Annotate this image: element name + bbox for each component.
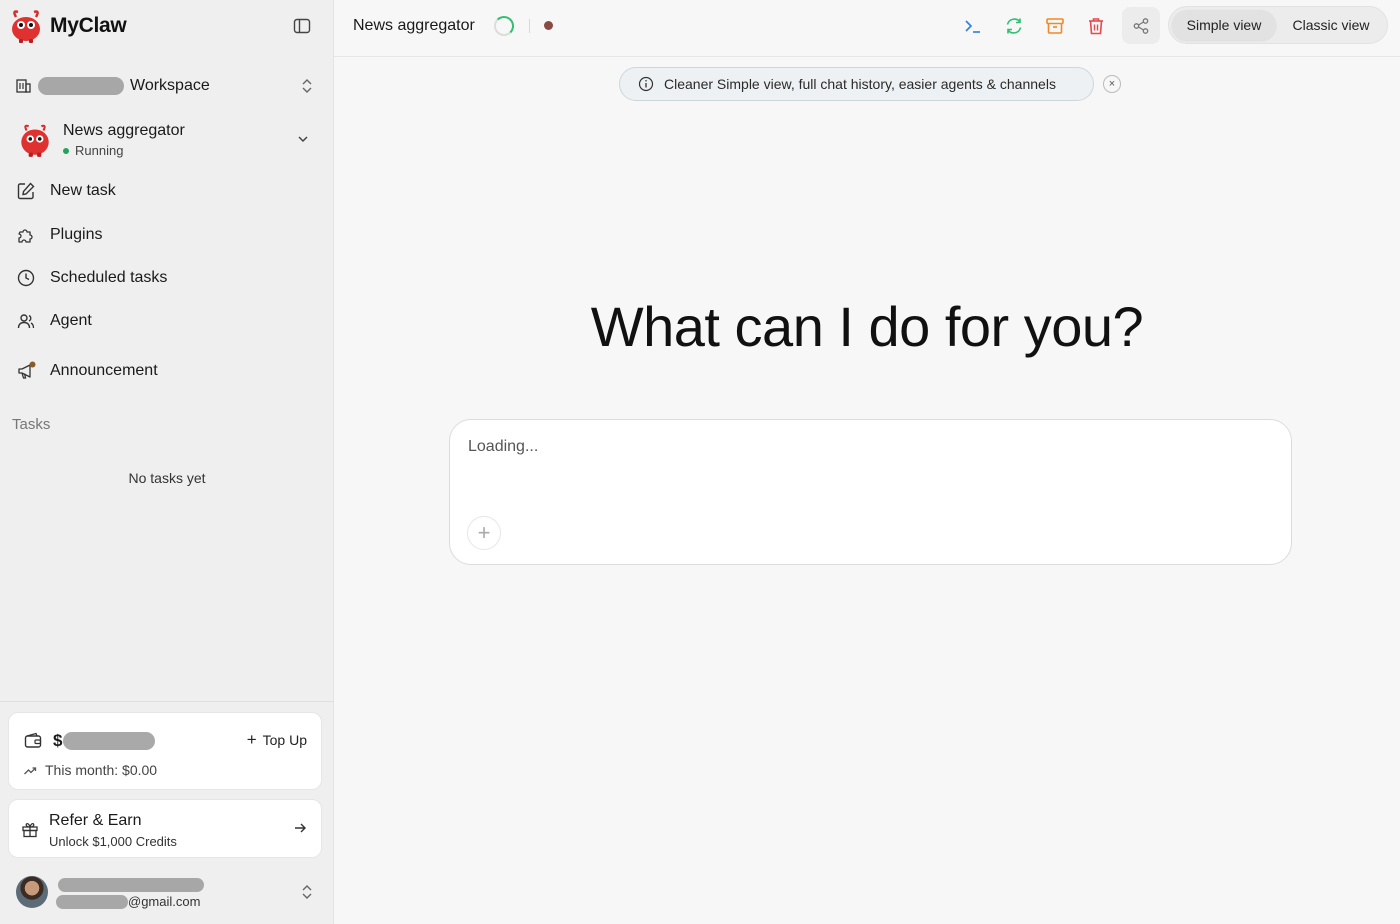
share-button[interactable] xyxy=(1122,7,1160,44)
nav-plugins-label: Plugins xyxy=(50,226,103,243)
nav-scheduled-tasks-label: Scheduled tasks xyxy=(50,269,168,286)
divider xyxy=(0,701,334,702)
this-month-text: This month: $0.00 xyxy=(45,762,158,778)
page-headline: What can I do for you? xyxy=(590,295,1144,358)
arrow-right-icon xyxy=(295,823,306,833)
currency-symbol: $ xyxy=(53,731,63,750)
nav-announcement-label: Announcement xyxy=(50,362,158,379)
trending-up-icon xyxy=(24,767,37,775)
nav-scheduled-tasks[interactable]: Scheduled tasks xyxy=(16,261,316,295)
nav-agent-label: Agent xyxy=(50,312,92,329)
agent-status-text: Running xyxy=(75,143,124,158)
redacted-workspace-name xyxy=(38,77,124,95)
balance-card: $ + Top Up This month: $0.00 xyxy=(8,712,322,790)
status-indicator-dot xyxy=(544,21,553,30)
agent-avatar-icon xyxy=(21,124,49,157)
megaphone-icon xyxy=(18,361,36,379)
agent-status: Running xyxy=(63,143,185,158)
claw-mascot-icon xyxy=(12,10,40,43)
app-name: MyClaw xyxy=(50,14,127,37)
refer-subtitle: Unlock $1,000 Credits xyxy=(49,834,177,849)
view-mode-toggle: Simple view Classic view xyxy=(1168,6,1388,44)
plus-icon: + xyxy=(246,730,257,749)
balance-amount: $ xyxy=(53,731,156,751)
workspace-switcher[interactable]: Workspace xyxy=(14,72,318,100)
close-icon[interactable]: × xyxy=(1103,75,1121,93)
top-up-label: Top Up xyxy=(262,732,307,748)
puzzle-icon xyxy=(18,229,33,243)
nav-announcement[interactable]: Announcement xyxy=(16,354,316,388)
agent-name: News aggregator xyxy=(63,122,185,139)
nav-agent[interactable]: Agent xyxy=(16,304,316,338)
chevron-updown-icon xyxy=(302,79,312,93)
trash-icon[interactable] xyxy=(1085,15,1107,37)
status-dot xyxy=(63,147,69,154)
user-account-menu[interactable]: @gmail.com xyxy=(16,874,318,910)
info-banner[interactable]: Cleaner Simple view, full chat history, … xyxy=(619,67,1094,101)
refer-earn-card[interactable]: Refer & Earn Unlock $1,000 Credits xyxy=(8,799,322,858)
monthly-spend: This month: $0.00 xyxy=(23,762,157,778)
top-bar: News aggregator Simple view Classic view xyxy=(334,0,1400,57)
nav-new-task[interactable]: New task xyxy=(16,174,316,208)
message-input[interactable] xyxy=(468,438,1268,508)
redacted-email-local xyxy=(56,894,128,909)
building-icon xyxy=(16,79,31,93)
clock-icon xyxy=(17,269,35,287)
wallet-icon xyxy=(24,732,42,748)
workspace-label: Workspace xyxy=(130,77,210,94)
edit-icon xyxy=(17,182,35,200)
user-email: @gmail.com xyxy=(56,894,200,909)
divider xyxy=(529,19,530,33)
page-title: News aggregator xyxy=(353,17,475,34)
user-email-domain: @gmail.com xyxy=(128,894,201,909)
avatar xyxy=(16,876,48,908)
chat-composer: + xyxy=(449,419,1292,565)
refresh-icon[interactable] xyxy=(1003,15,1025,37)
loading-spinner-icon xyxy=(494,16,514,36)
redacted-user-name xyxy=(58,878,204,892)
tasks-section-label: Tasks xyxy=(12,416,51,433)
nav-plugins[interactable]: Plugins xyxy=(16,218,316,252)
app-logo[interactable]: MyClaw xyxy=(8,8,127,44)
archive-icon[interactable] xyxy=(1044,15,1066,37)
info-icon xyxy=(638,76,654,92)
balance-row: $ xyxy=(23,731,156,751)
gift-icon xyxy=(22,823,38,838)
banner-text: Cleaner Simple view, full chat history, … xyxy=(664,76,1056,92)
tab-classic-view[interactable]: Classic view xyxy=(1279,10,1383,40)
sidebar: MyClaw Workspace News aggregator Running… xyxy=(0,0,334,924)
share-icon xyxy=(1133,17,1149,34)
redacted-balance xyxy=(63,732,156,750)
chevron-down-icon[interactable] xyxy=(296,132,310,146)
tab-simple-view[interactable]: Simple view xyxy=(1172,10,1276,40)
sidebar-toggle-icon[interactable] xyxy=(293,17,311,35)
chevron-updown-icon xyxy=(302,885,312,899)
users-icon xyxy=(17,314,35,329)
agent-selector[interactable]: News aggregator Running xyxy=(16,118,316,162)
empty-tasks-message: No tasks yet xyxy=(128,470,206,486)
top-up-button[interactable]: + Top Up xyxy=(246,730,307,749)
terminal-icon[interactable] xyxy=(962,15,984,37)
refer-title: Refer & Earn xyxy=(49,812,142,829)
nav-new-task-label: New task xyxy=(50,182,116,199)
attach-button[interactable]: + xyxy=(467,516,501,550)
